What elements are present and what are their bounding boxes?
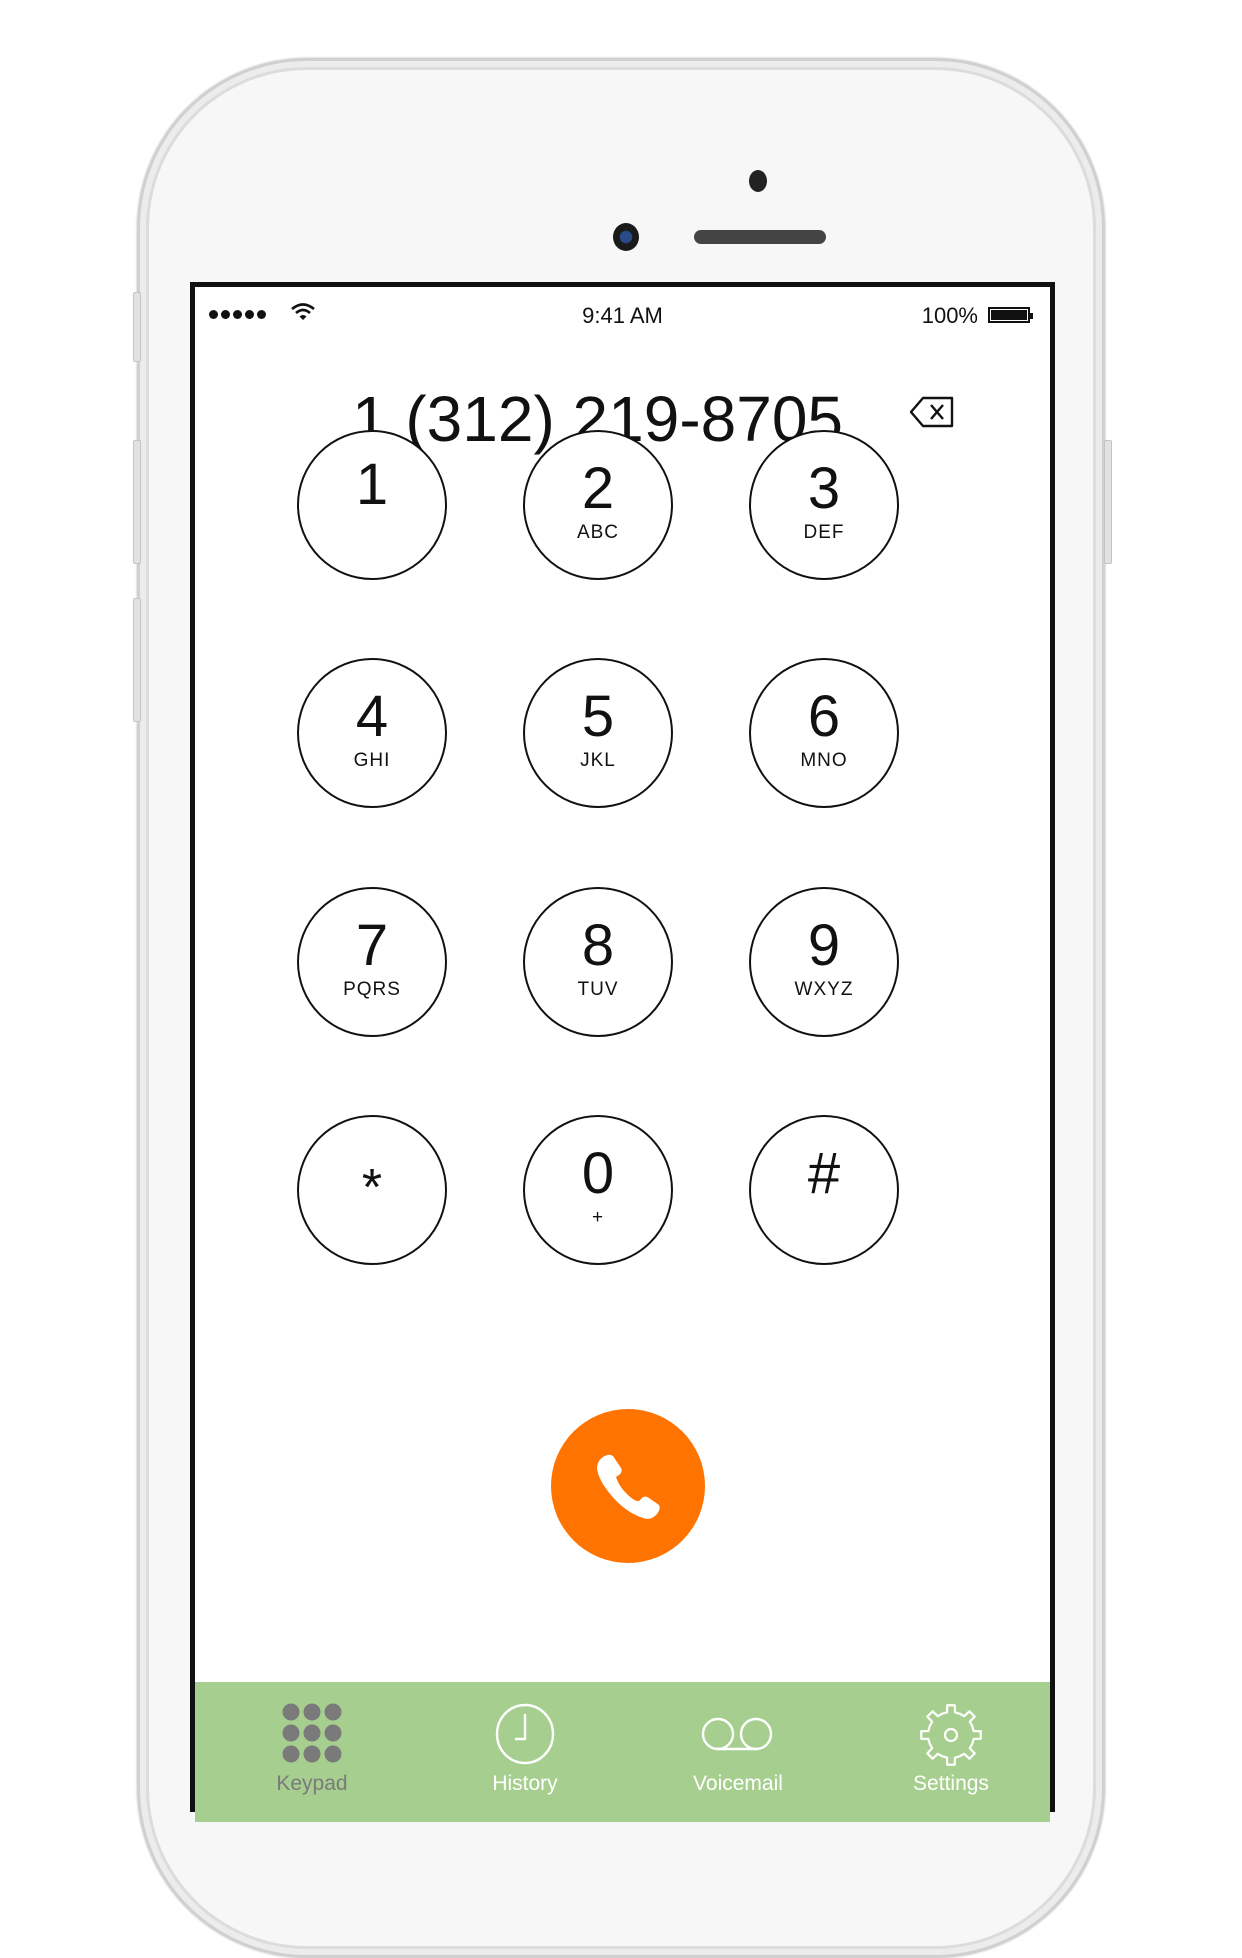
tab-bar: Keypad History Voicemail Settings — [195, 1682, 1050, 1822]
key-5[interactable]: 5 JKL — [523, 658, 673, 808]
front-camera — [613, 223, 639, 251]
key-6[interactable]: 6 MNO — [749, 658, 899, 808]
key-3[interactable]: 3 DEF — [749, 430, 899, 580]
key-letters: MNO — [800, 750, 848, 771]
key-pound[interactable]: # — [749, 1115, 899, 1265]
key-letters: JKL — [580, 750, 616, 771]
key-digit: 1 — [355, 452, 389, 517]
key-letters: DEF — [803, 522, 845, 543]
key-7[interactable]: 7 PQRS — [297, 887, 447, 1037]
status-bar: 9:41 AM 100% — [195, 301, 1050, 331]
key-digit: 2 — [581, 456, 615, 521]
key-digit: 8 — [581, 913, 615, 978]
keypad-icon — [282, 1703, 342, 1763]
tab-settings-label: Settings — [913, 1772, 989, 1795]
voicemail-icon — [701, 1717, 773, 1751]
key-letters: GHI — [353, 750, 391, 771]
volume-up-button — [133, 440, 141, 564]
key-4[interactable]: 4 GHI — [297, 658, 447, 808]
key-digit: 9 — [807, 913, 841, 978]
key-1[interactable]: 1 — [297, 430, 447, 580]
front-sensor — [749, 170, 767, 192]
key-digit: 0 — [581, 1141, 615, 1206]
power-button — [1104, 440, 1112, 564]
key-0[interactable]: 0 + — [523, 1115, 673, 1265]
key-digit: 5 — [581, 684, 615, 749]
tab-history-label: History — [492, 1772, 558, 1795]
mute-switch — [133, 292, 141, 362]
key-2[interactable]: 2 ABC — [523, 430, 673, 580]
battery-percent: 100% — [921, 303, 978, 328]
key-digit: 3 — [807, 456, 841, 521]
key-digit: 4 — [355, 684, 389, 749]
key-letters: + — [591, 1207, 605, 1228]
tab-voicemail-label: Voicemail — [693, 1772, 783, 1795]
key-letters: WXYZ — [794, 979, 854, 1000]
call-button[interactable] — [551, 1409, 705, 1563]
earpiece-speaker — [694, 230, 826, 244]
key-digit: 7 — [355, 913, 389, 978]
clock-icon — [495, 1703, 555, 1765]
key-digit: # — [807, 1141, 841, 1206]
key-8[interactable]: 8 TUV — [523, 887, 673, 1037]
key-9[interactable]: 9 WXYZ — [749, 887, 899, 1037]
backspace-icon[interactable] — [909, 395, 955, 429]
key-digit: * — [361, 1159, 383, 1217]
battery-full-icon — [988, 307, 1033, 323]
key-star[interactable]: * — [297, 1115, 447, 1265]
gear-icon — [920, 1704, 982, 1766]
tab-keypad-label: Keypad — [276, 1772, 348, 1795]
key-digit: 6 — [807, 684, 841, 749]
volume-down-button — [133, 598, 141, 722]
screen: 9:41 AM 100% 1 (312) 219-8705 1 2 ABC 3 DEF 4… — [190, 282, 1055, 1822]
phone-icon — [597, 1454, 660, 1519]
key-letters: TUV — [577, 979, 619, 1000]
key-letters: PQRS — [343, 979, 401, 1000]
key-letters: ABC — [576, 522, 620, 543]
